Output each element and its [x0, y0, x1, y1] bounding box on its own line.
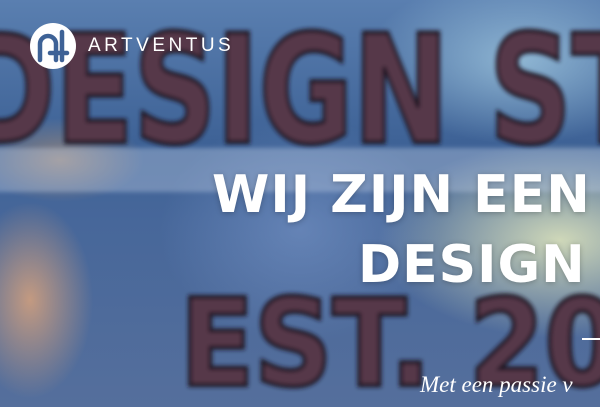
hero-headline: WIJ ZIJN EEN DESIGN [212, 160, 591, 300]
headline-line-1: WIJ ZIJN EEN [212, 165, 591, 225]
headline-line-2: DESIGN [358, 235, 586, 295]
brand-name: ARTVENTUS [88, 35, 235, 56]
hero-section: DESIGN ST EST. 20 ARTVENTUS WIJ ZIJN EEN… [0, 0, 600, 407]
brand-logo-link[interactable]: ARTVENTUS [30, 23, 234, 69]
artventus-logo-icon [30, 23, 76, 69]
headline-divider [582, 338, 600, 340]
hero-tagline: Met een passie v [420, 372, 573, 397]
